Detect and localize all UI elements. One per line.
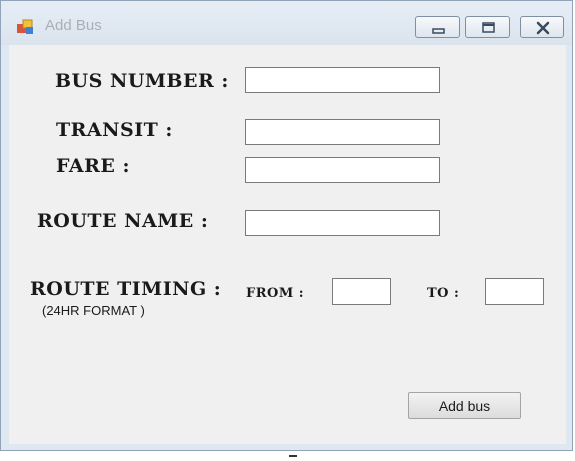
app-form-icon [17, 19, 35, 35]
add-bus-window: Add Bus BUS NUMBER : TRANSIT : FARE : RO… [0, 0, 573, 451]
close-icon [536, 21, 550, 35]
to-time-input[interactable] [485, 278, 544, 305]
bus-number-input[interactable] [245, 67, 440, 93]
fare-input[interactable] [245, 157, 440, 183]
transit-label: TRANSIT : [56, 119, 173, 141]
maximize-button[interactable] [465, 16, 510, 38]
to-label: TO : [427, 286, 460, 301]
maximize-icon [482, 22, 495, 33]
from-label: FROM : [246, 286, 305, 301]
window-title: Add Bus [45, 17, 102, 34]
bus-number-label: BUS NUMBER : [55, 70, 229, 92]
route-timing-format-note: (24HR FORMAT ) [42, 303, 145, 318]
minimize-icon [432, 28, 445, 34]
form-area: BUS NUMBER : TRANSIT : FARE : ROUTE NAME… [9, 45, 566, 444]
route-name-input[interactable] [245, 210, 440, 236]
close-button[interactable] [520, 16, 564, 38]
route-name-label: ROUTE NAME : [37, 210, 209, 232]
minimize-button[interactable] [415, 16, 460, 38]
title-bar[interactable]: Add Bus [1, 1, 572, 45]
fare-label: FARE : [56, 155, 131, 177]
transit-input[interactable] [245, 119, 440, 145]
add-bus-button[interactable]: Add bus [408, 392, 521, 419]
route-timing-label: ROUTE TIMING : [30, 278, 222, 300]
from-time-input[interactable] [332, 278, 391, 305]
text-cursor-mark [289, 455, 297, 457]
